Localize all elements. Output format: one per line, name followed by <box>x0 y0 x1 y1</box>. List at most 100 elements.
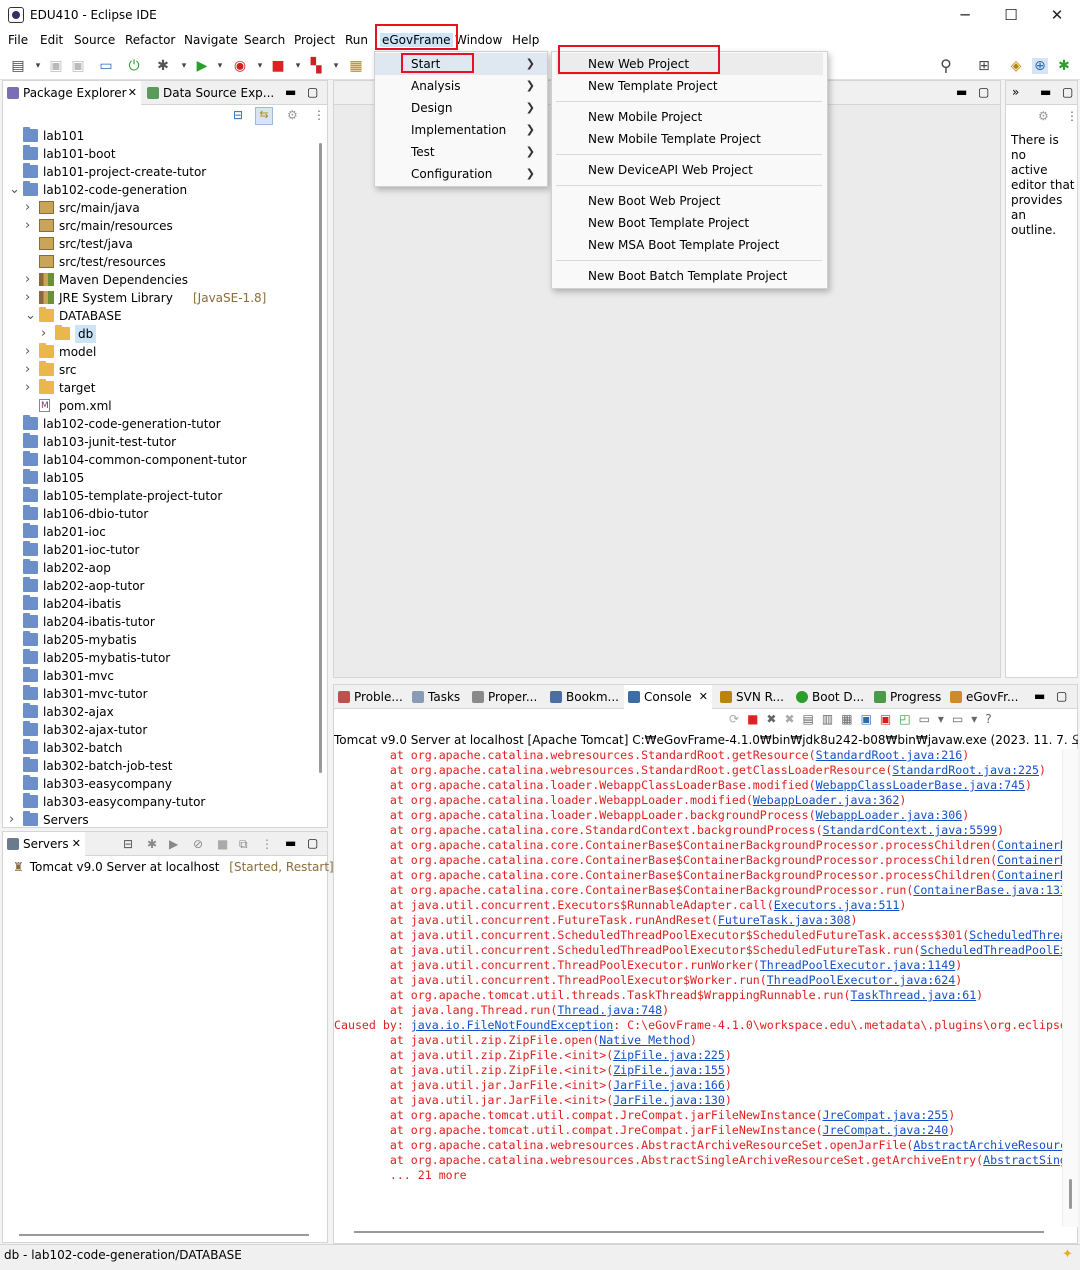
profile-server-icon[interactable]: ⊘ <box>193 832 203 856</box>
chevron-right-icon[interactable]: › <box>25 343 35 361</box>
tree-item-db[interactable]: › db <box>3 325 317 343</box>
dropdown-arrow-icon[interactable]: ▾ <box>290 58 306 74</box>
menu-edit[interactable]: Edit <box>40 33 63 47</box>
tree-item-lab301-mvc-tutor[interactable]: lab301-mvc-tutor <box>3 685 317 703</box>
collapse-all-icon[interactable]: ⊟ <box>233 108 243 122</box>
chevron-down-icon[interactable]: ⌄ <box>25 307 36 325</box>
stacktrace-link[interactable]: TaskThread.java:61 <box>851 988 977 1002</box>
tree-item-lab303-easycompany[interactable]: lab303-easycompany <box>3 775 317 793</box>
dropdown-arrow-icon[interactable]: ▾ <box>252 58 268 74</box>
collapse-all-icon[interactable]: ⊟ <box>123 832 133 856</box>
tree-item-src-test-java[interactable]: src/test/java <box>3 235 317 253</box>
view-menu-icon[interactable]: ⋮ <box>1066 109 1078 123</box>
tree-item-model[interactable]: › model <box>3 343 317 361</box>
remove-launch-icon[interactable]: ✖ <box>766 712 784 726</box>
menu-navigate[interactable]: Navigate <box>184 33 238 47</box>
tree-item-lab301-mvc[interactable]: lab301-mvc <box>3 667 317 685</box>
tree-item-pom-xml[interactable]: pom.xml <box>3 397 317 415</box>
minimize-button[interactable]: ─ <box>942 0 988 30</box>
stacktrace-link[interactable]: WebappClassLoaderBase.java:745 <box>816 778 1025 792</box>
tree-item-lab102-code-generation[interactable]: ⌄ lab102-code-generation <box>3 181 317 199</box>
stacktrace-link[interactable]: Native Method <box>599 1033 690 1047</box>
lightbulb-icon[interactable]: ✦ <box>1062 1247 1073 1262</box>
tab-tasks[interactable]: Tasks <box>408 685 466 709</box>
help-icon[interactable]: ? <box>985 712 999 726</box>
tree-item-lab302-ajax[interactable]: lab302-ajax <box>3 703 317 721</box>
tree-item-lab202-aop[interactable]: lab202-aop <box>3 559 317 577</box>
minimize-view-icon[interactable]: ▬ <box>285 81 296 103</box>
menu-source[interactable]: Source <box>74 33 115 47</box>
close-tab-icon[interactable]: ✕ <box>699 685 708 709</box>
stacktrace-link[interactable]: ScheduledThreadPoolExecutor.java:180 <box>969 928 1062 942</box>
console-hscroll[interactable] <box>354 1231 1044 1233</box>
package-icon[interactable]: ▦ <box>348 58 364 74</box>
search-icon[interactable]: ⚲ <box>938 58 954 74</box>
stacktrace-link[interactable]: ZipFile.java:155 <box>613 1063 725 1077</box>
tab-problems[interactable]: Proble... <box>334 685 406 709</box>
menu-item-new-msa-boot-template-project[interactable]: New MSA Boot Template Project <box>556 234 823 256</box>
menu-file[interactable]: File <box>8 33 28 47</box>
tree-item-lab101-boot[interactable]: lab101-boot <box>3 145 317 163</box>
tab-properties[interactable]: Proper... <box>468 685 540 709</box>
open-console-icon[interactable]: ▭▾ <box>952 712 985 726</box>
tab-progress[interactable]: Progress <box>870 685 942 709</box>
tree-item-lab204-ibatis[interactable]: lab204-ibatis <box>3 595 317 613</box>
dropdown-arrow-icon[interactable]: ▾ <box>176 58 192 74</box>
maximize-view-icon[interactable]: ▢ <box>307 832 318 854</box>
chevron-down-icon[interactable]: ⌄ <box>9 181 20 199</box>
close-window-button[interactable]: ✕ <box>1034 0 1080 30</box>
stacktrace-link[interactable]: StandardRoot.java:225 <box>892 763 1039 777</box>
minimize-view-icon[interactable]: ▬ <box>285 832 296 854</box>
stacktrace-link[interactable]: Thread.java:748 <box>557 1003 662 1017</box>
close-tab-icon[interactable]: ✕ <box>72 832 81 856</box>
chevron-right-icon[interactable]: › <box>25 271 35 289</box>
stacktrace-link[interactable]: JreCompat.java:255 <box>823 1108 949 1122</box>
close-tab-icon[interactable]: ✕ <box>128 81 137 105</box>
stacktrace-link[interactable]: ScheduledThreadPoolExecutor.java:294 <box>920 943 1062 957</box>
maximize-view-icon[interactable]: ▢ <box>1056 685 1067 707</box>
debug-icon[interactable]: ✱ <box>155 58 171 74</box>
stacktrace-link[interactable]: ContainerBase.java:1360 <box>997 868 1062 882</box>
tab-bookmarks[interactable]: Bookm... <box>546 685 620 709</box>
spring-boot-icon[interactable]: ⏻ <box>126 58 142 74</box>
stacktrace-link[interactable]: ContainerBase.java:1360 <box>997 853 1062 867</box>
servers-scrollbar[interactable] <box>19 1234 309 1236</box>
tree-item-lab205-mybatis[interactable]: lab205-mybatis <box>3 631 317 649</box>
menu-run[interactable]: Run <box>345 33 368 47</box>
java-perspective-icon[interactable]: ◈ <box>1008 58 1024 74</box>
save-all-icon[interactable]: ▣ <box>70 58 86 74</box>
menu-item-analysis[interactable]: Analysis ❯ <box>375 75 547 97</box>
stacktrace-link[interactable]: ZipFile.java:225 <box>613 1048 725 1062</box>
chevron-right-icon[interactable]: › <box>25 361 35 379</box>
save-icon[interactable]: ▣ <box>48 58 64 74</box>
stop-icon[interactable]: ■ <box>270 58 286 74</box>
minimize-view-icon[interactable]: ▬ <box>956 81 967 103</box>
chevron-right-icon[interactable]: › <box>25 379 35 397</box>
server-row[interactable]: ♜ Tomcat v9.0 Server at localhost [Starte… <box>13 858 334 876</box>
menu-item-new-boot-web-project[interactable]: New Boot Web Project <box>556 190 823 212</box>
tree-item-src-test-resources[interactable]: src/test/resources <box>3 253 317 271</box>
menu-item-configuration[interactable]: Configuration ❯ <box>375 163 547 185</box>
scroll-lock-icon[interactable]: ▥ <box>822 712 841 726</box>
menu-item-test[interactable]: Test ❯ <box>375 141 547 163</box>
stacktrace-link[interactable]: ThreadPoolExecutor.java:624 <box>767 973 955 987</box>
run-icon[interactable]: ▶ <box>194 58 210 74</box>
tree-item-src-main-java[interactable]: › src/main/java <box>3 199 317 217</box>
stacktrace-link[interactable]: ContainerBase.java:1338 <box>913 883 1062 897</box>
dropdown-arrow-icon[interactable]: ▾ <box>30 58 46 74</box>
stacktrace-link[interactable]: ContainerBase.java:1356 <box>997 838 1062 852</box>
tab-servers[interactable]: Servers ✕ <box>3 832 85 856</box>
tree-item-src[interactable]: › src <box>3 361 317 379</box>
terminal-icon[interactable]: ▭ <box>98 58 114 74</box>
tree-item-lab302-batch-job-test[interactable]: lab302-batch-job-test <box>3 757 317 775</box>
menu-refactor[interactable]: Refactor <box>125 33 175 47</box>
menu-item-implementation[interactable]: Implementation ❯ <box>375 119 547 141</box>
tab-egovframe[interactable]: eGovFr... <box>946 685 1022 709</box>
tree-item-lab205-mybatis-tutor[interactable]: lab205-mybatis-tutor <box>3 649 317 667</box>
terminate-icon[interactable]: ■ <box>747 712 766 726</box>
tree-item-servers[interactable]: › Servers <box>3 811 317 827</box>
tree-item-maven-dependencies[interactable]: › Maven Dependencies <box>3 271 317 289</box>
new-icon[interactable]: ▤ <box>10 58 26 74</box>
tree-item-lab303-easycompany-tutor[interactable]: lab303-easycompany-tutor <box>3 793 317 811</box>
maximize-view-icon[interactable]: ▢ <box>307 81 318 103</box>
